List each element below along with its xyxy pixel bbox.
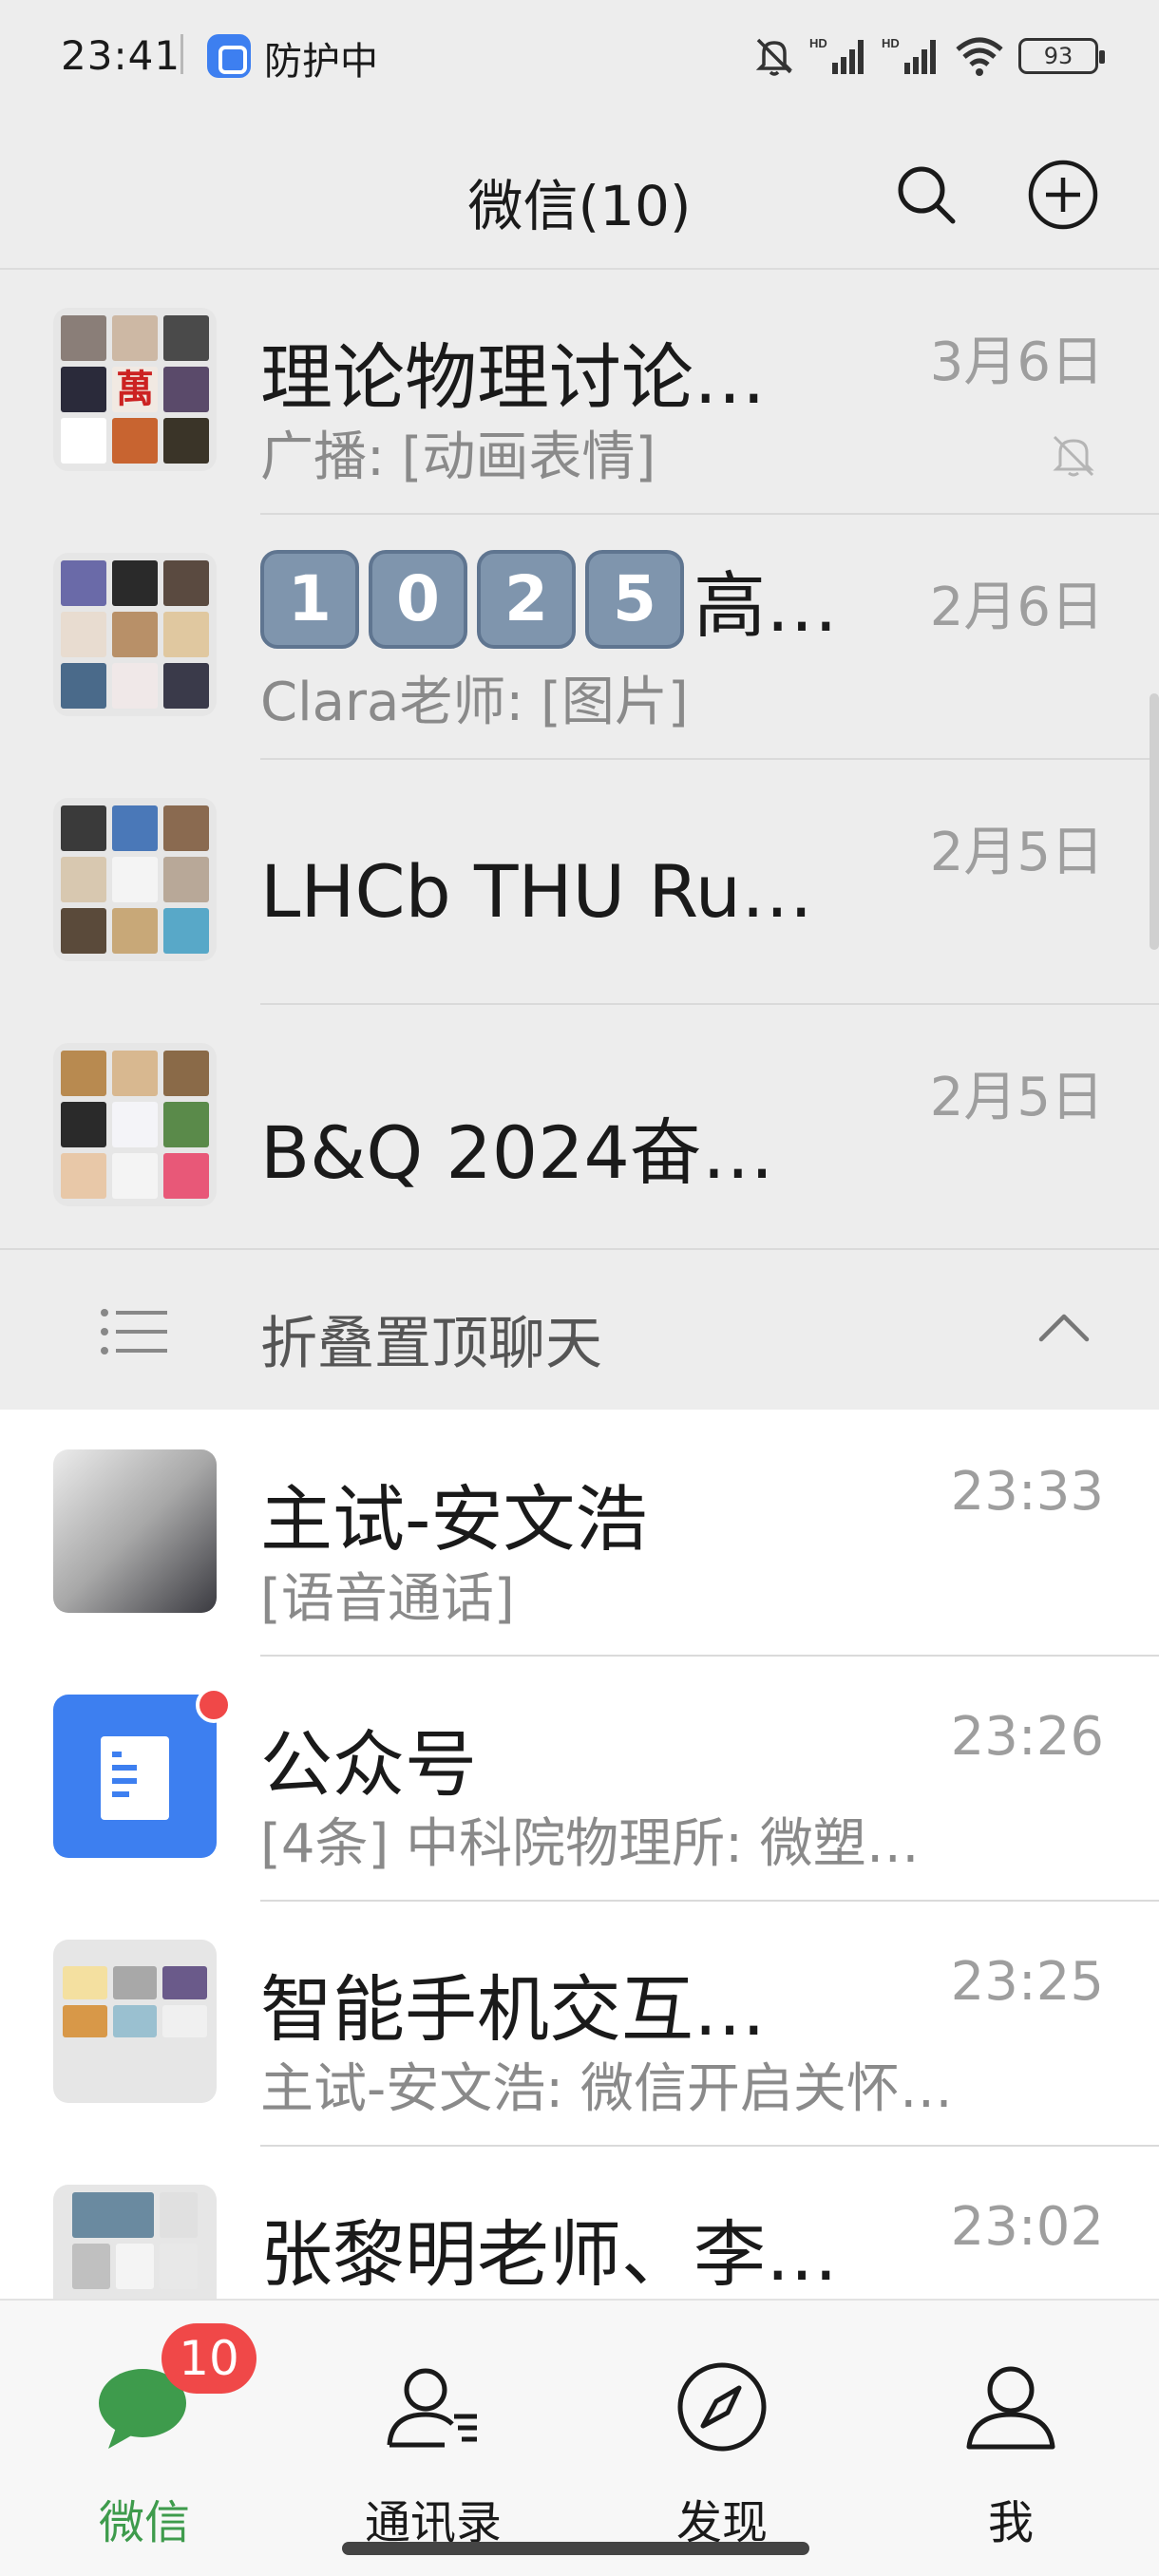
home-indicator[interactable] xyxy=(342,2542,809,2555)
chat-name: LHCb THU Ru… xyxy=(260,849,813,934)
group-avatar xyxy=(53,1940,217,2103)
chat-time: 2月5日 xyxy=(929,822,1104,883)
chat-name: B&Q 2024奋… xyxy=(260,1110,774,1195)
keycap-4: 5 xyxy=(585,550,684,649)
document-icon xyxy=(101,1736,169,1820)
chat-name: 主试-安文浩 xyxy=(260,1477,648,1562)
chat-row-pinned[interactable]: 萬 理论物理讨论… 广播: [动画表情] 3月6日 xyxy=(0,270,1159,515)
chat-name: 公众号 xyxy=(260,1722,477,1807)
status-protection-text: 防护中 xyxy=(264,40,378,84)
bell-muted-icon xyxy=(755,38,793,76)
keycap-1: 1 xyxy=(260,550,359,649)
avatar xyxy=(53,1449,217,1613)
contacts-icon xyxy=(387,2368,477,2448)
person-icon xyxy=(966,2366,1055,2450)
list-icon xyxy=(101,1309,167,1354)
chat-row-pinned[interactable]: B&Q 2024奋… 2月5日 xyxy=(0,1005,1159,1250)
svg-text:HD: HD xyxy=(882,36,900,50)
tab-label: 微信 xyxy=(98,2496,190,2549)
fold-pinned-bar[interactable]: 折叠置顶聊天 xyxy=(0,1248,1159,1410)
signal-hd-1-icon: HD xyxy=(809,36,864,74)
shield-icon xyxy=(207,34,251,78)
chat-time: 2月5日 xyxy=(929,1067,1104,1128)
chat-row[interactable]: 主试-安文浩 [语音通话] 23:33 xyxy=(0,1411,1159,1657)
keycap-2: 0 xyxy=(369,550,467,649)
tab-contacts[interactable]: 通讯录 xyxy=(338,2339,528,2549)
chat-time: 23:33 xyxy=(950,1461,1104,1523)
tab-me[interactable]: 我 xyxy=(916,2339,1106,2549)
chat-time: 3月6日 xyxy=(929,331,1104,393)
chat-name: 1 0 2 5 高… xyxy=(260,547,838,652)
header: 微信(10) xyxy=(0,123,1159,266)
tab-discover[interactable]: 发现 xyxy=(627,2339,817,2549)
group-avatar: 萬 xyxy=(53,308,217,471)
chat-preview: [语音通话] xyxy=(260,1568,515,1630)
svg-text:HD: HD xyxy=(809,36,827,50)
chat-time: 23:26 xyxy=(950,1706,1104,1768)
mute-bell-icon xyxy=(1053,435,1094,477)
chat-row-pinned[interactable]: 1 0 2 5 高… Clara老师: [图片] 2月6日 xyxy=(0,515,1159,760)
search-icon xyxy=(898,166,956,224)
official-accounts-avatar xyxy=(53,1695,217,1858)
chat-name: 理论物理讨论… xyxy=(260,335,766,420)
wifi-icon xyxy=(956,37,1003,76)
chat-row[interactable]: 公众号 [4条] 中科院物理所: 微塑… 23:26 xyxy=(0,1657,1159,1902)
keycap-3: 2 xyxy=(477,550,576,649)
unread-count-badge: 10 xyxy=(162,2323,256,2394)
status-bar: 23:41 防护中 HD HD 93 xyxy=(0,0,1159,114)
scroll-indicator[interactable] xyxy=(1150,693,1159,950)
status-icons: HD HD 93 xyxy=(752,28,1105,84)
chat-name-suffix: 高… xyxy=(694,563,838,648)
add-button[interactable] xyxy=(1020,152,1106,237)
compass-icon xyxy=(677,2362,767,2452)
tab-label: 我 xyxy=(987,2496,1034,2549)
chat-time: 23:02 xyxy=(950,2196,1104,2258)
search-button[interactable] xyxy=(884,152,969,237)
status-separator xyxy=(180,34,183,74)
chat-preview: Clara老师: [图片] xyxy=(260,672,689,733)
group-avatar xyxy=(53,553,217,716)
chat-preview: 广播: [动画表情] xyxy=(260,426,656,488)
chat-name: 张黎明老师、李… xyxy=(260,2212,838,2297)
unread-dot xyxy=(196,1687,232,1723)
page-title: 微信(10) xyxy=(467,174,692,238)
signal-hd-2-icon: HD xyxy=(882,36,936,74)
chat-preview: [4条] 中科院物理所: 微塑… xyxy=(260,1813,920,1875)
group-avatar xyxy=(53,798,217,961)
plus-circle-icon xyxy=(1028,160,1098,230)
chat-preview: 主试-安文浩: 微信开启关怀… xyxy=(260,2058,953,2120)
chat-row[interactable]: 智能手机交互… 主试-安文浩: 微信开启关怀… 23:25 xyxy=(0,1902,1159,2147)
group-avatar xyxy=(53,1043,217,1206)
status-time: 23:41 xyxy=(61,32,181,79)
chat-row-pinned[interactable]: LHCb THU Ru… 2月5日 xyxy=(0,760,1159,1005)
fold-label: 折叠置顶聊天 xyxy=(260,1311,602,1377)
chat-name: 智能手机交互… xyxy=(260,1967,766,2052)
chat-time: 2月6日 xyxy=(929,577,1104,638)
chat-time: 23:25 xyxy=(950,1951,1104,2013)
chevron-up-icon xyxy=(1038,1314,1090,1342)
battery-indicator: 93 xyxy=(1018,38,1105,74)
